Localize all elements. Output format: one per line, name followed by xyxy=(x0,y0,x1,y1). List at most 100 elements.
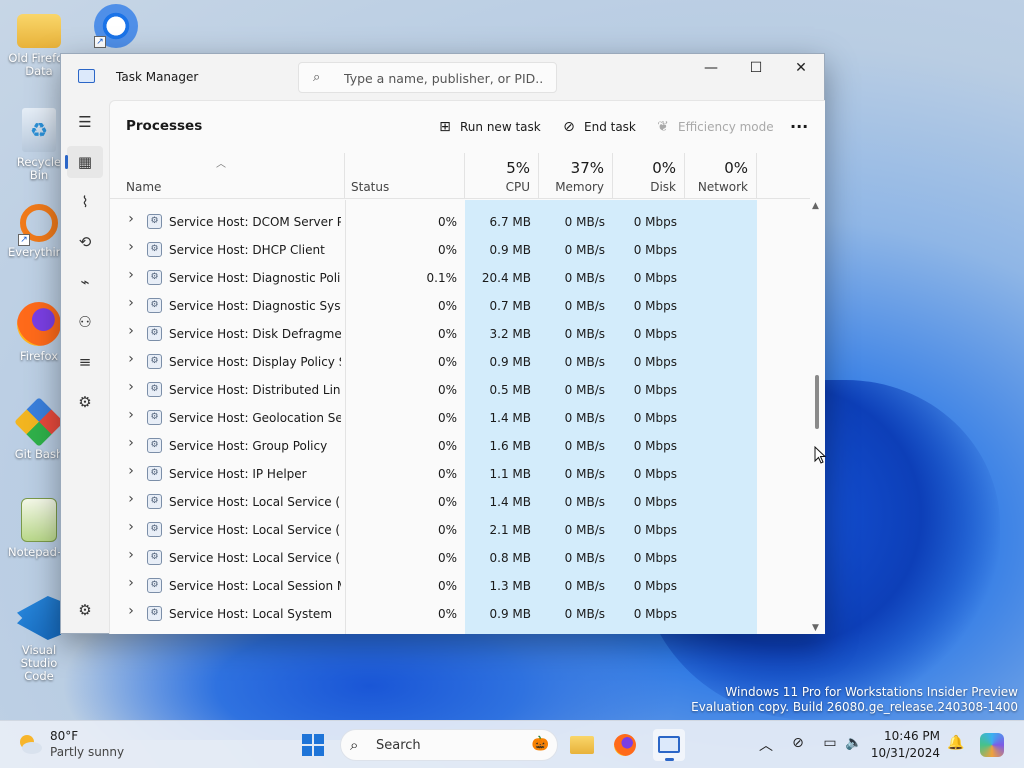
volume-icon[interactable]: 🔈 xyxy=(844,735,864,751)
taskbar-search[interactable]: ⌕ Search 🎃 xyxy=(340,729,558,761)
table-row[interactable]: › ⚙ Service Host: Display Policy Se... 0% 0.… xyxy=(110,348,810,376)
table-row[interactable]: › ⚙ Service Host: Local Service (N... 0% 0.8… xyxy=(110,544,810,572)
users-icon[interactable]: ⚇ xyxy=(67,306,103,338)
column-header-cpu[interactable]: 5% CPU xyxy=(465,153,539,199)
processes-icon[interactable]: ▦ xyxy=(65,146,103,178)
table-row[interactable]: › ⚙ Service Host: Local Session M... 0% 1.3 … xyxy=(110,572,810,600)
process-disk: 0 MB/s xyxy=(564,523,605,537)
table-row[interactable]: › ⚙ Service Host: Local Service (N... 0% 2.1… xyxy=(110,516,810,544)
performance-icon[interactable]: ⌇ xyxy=(67,186,103,218)
process-memory: 20.4 MB xyxy=(481,271,531,285)
minimize-button[interactable]: — xyxy=(688,54,734,84)
process-name: Service Host: Local Session M... xyxy=(169,579,341,593)
process-network: 0 Mbps xyxy=(633,551,677,565)
search-input[interactable] xyxy=(344,68,544,88)
table-row[interactable]: › ⚙ Service Host: Group Policy 0% 1.6 MB 0 MB… xyxy=(110,432,810,460)
expand-chevron-icon[interactable]: › xyxy=(124,435,138,451)
column-header-network[interactable]: 0% Network xyxy=(685,153,757,199)
table-row[interactable]: › ⚙ Service Host: Geolocation Serv... 0% 1.4… xyxy=(110,404,810,432)
column-header-memory[interactable]: 37% Memory xyxy=(539,153,613,199)
process-cpu: 0% xyxy=(437,243,457,257)
clock-date[interactable]: 10/31/2024 xyxy=(870,746,940,760)
process-network: 0 Mbps xyxy=(633,215,677,229)
table-row[interactable]: › ⚙ Service Host: Diagnostic Polic... 0.1% 2… xyxy=(110,264,810,292)
copilot-icon[interactable] xyxy=(980,733,1004,757)
table-header: ︿ Name Status 5% CPU 37% Memory 0% Disk … xyxy=(110,153,810,199)
git-bash-icon xyxy=(14,397,64,447)
service-host-icon: ⚙ xyxy=(147,466,162,481)
scrollbar-thumb[interactable] xyxy=(815,375,819,429)
table-row[interactable]: › ⚙ Service Host: Local Service (N... 0% 1.4… xyxy=(110,488,810,516)
table-row[interactable]: › ⚙ Service Host: Local System 0% 0.9 MB 0 MB… xyxy=(110,600,810,628)
clock-time[interactable]: 10:46 PM xyxy=(878,729,940,743)
chrome-icon: ↗ xyxy=(94,4,138,48)
startup-apps-icon[interactable]: ⌁ xyxy=(67,266,103,298)
process-memory: 0.9 MB xyxy=(489,355,531,369)
scroll-down-arrow-icon[interactable]: ▼ xyxy=(812,623,819,633)
app-history-icon[interactable]: ⟲ xyxy=(67,226,103,258)
expand-chevron-icon[interactable]: › xyxy=(124,463,138,479)
network-offline-icon[interactable]: ⊘ xyxy=(788,735,808,751)
expand-chevron-icon[interactable]: › xyxy=(124,267,138,283)
search-box[interactable]: ⌕ xyxy=(298,62,557,93)
expand-chevron-icon[interactable]: › xyxy=(124,547,138,563)
column-header-name[interactable]: ︿ Name xyxy=(110,153,345,199)
expand-chevron-icon[interactable]: › xyxy=(124,323,138,339)
run-new-task-button[interactable]: ⊞ Run new task xyxy=(436,115,541,139)
more-options-button[interactable]: ··· xyxy=(790,115,808,139)
weather-partly-sunny-icon[interactable] xyxy=(17,733,43,755)
table-row[interactable]: › ⚙ Service Host: IP Helper 0% 1.1 MB 0 MB/s 0… xyxy=(110,460,810,488)
mouse-cursor-icon xyxy=(814,446,826,464)
end-task-button[interactable]: ⊘ End task xyxy=(560,115,636,139)
display-icon[interactable]: ▭ xyxy=(820,735,840,751)
table-row[interactable]: › ⚙ Service Host: Disk Defragmenter 0% 3.2 M… xyxy=(110,320,810,348)
expand-chevron-icon[interactable]: › xyxy=(124,295,138,311)
vertical-scrollbar[interactable]: ▲ ▼ xyxy=(810,199,824,634)
column-header-status[interactable]: Status xyxy=(345,153,465,199)
process-name: Service Host: Display Policy Se... xyxy=(169,355,341,369)
expand-chevron-icon[interactable]: › xyxy=(124,519,138,535)
close-button[interactable]: ✕ xyxy=(778,54,824,84)
title-bar[interactable]: Task Manager ⌕ — ☐ ✕ xyxy=(61,54,824,100)
process-name: Service Host: DHCP Client xyxy=(169,243,325,257)
maximize-button[interactable]: ☐ xyxy=(733,54,779,84)
file-explorer-button[interactable] xyxy=(566,729,598,761)
firefox-taskbar-button[interactable] xyxy=(609,729,641,761)
expand-chevron-icon[interactable]: › xyxy=(124,603,138,619)
show-hidden-icons-chevron-icon[interactable]: ︿ xyxy=(756,735,776,755)
start-button[interactable] xyxy=(297,729,329,761)
table-row[interactable]: › ⚙ Service Host: DCOM Server Pr... 0% 6.7 M… xyxy=(110,208,810,236)
process-disk: 0 MB/s xyxy=(564,215,605,229)
expand-chevron-icon[interactable]: › xyxy=(124,575,138,591)
notification-bell-icon[interactable]: 🔔 xyxy=(946,735,966,751)
table-row[interactable]: › ⚙ Service Host: Diagnostic Syste... 0% 0.7… xyxy=(110,292,810,320)
process-disk: 0 MB/s xyxy=(564,327,605,341)
column-header-disk[interactable]: 0% Disk xyxy=(613,153,685,199)
expand-chevron-icon[interactable]: › xyxy=(124,239,138,255)
recycle-bin-icon: ♻ xyxy=(22,108,56,152)
process-disk: 0 MB/s xyxy=(564,299,605,313)
vscode-icon xyxy=(17,596,61,640)
efficiency-mode-button[interactable]: ❦ Efficiency mode xyxy=(654,115,774,139)
expand-chevron-icon[interactable]: › xyxy=(124,491,138,507)
weather-description[interactable]: Partly sunny xyxy=(50,745,124,759)
table-row[interactable]: › ⚙ Service Host: Distributed Link ... 0% 0.… xyxy=(110,376,810,404)
task-manager-taskbar-button[interactable] xyxy=(653,729,685,761)
process-disk: 0 MB/s xyxy=(564,551,605,565)
expand-chevron-icon[interactable]: › xyxy=(124,211,138,227)
weather-temperature[interactable]: 80°F xyxy=(50,729,78,743)
expand-chevron-icon[interactable]: › xyxy=(124,379,138,395)
services-icon[interactable]: ⚙ xyxy=(67,386,103,418)
expand-chevron-icon[interactable]: › xyxy=(124,407,138,423)
table-row[interactable]: › ⚙ Service Host: DHCP Client 0% 0.9 MB 0 MB/… xyxy=(110,236,810,264)
hamburger-menu-icon[interactable]: ☰ xyxy=(67,106,103,138)
settings-icon[interactable]: ⚙ xyxy=(67,594,103,626)
desktop-icon-chrome[interactable]: ↗ xyxy=(88,4,144,52)
details-icon[interactable]: ≡ xyxy=(67,346,103,378)
everything-icon: ↗ xyxy=(18,204,58,246)
process-disk: 0 MB/s xyxy=(564,243,605,257)
expand-chevron-icon[interactable]: › xyxy=(124,351,138,367)
scroll-up-arrow-icon[interactable]: ▲ xyxy=(812,201,819,211)
process-network: 0 Mbps xyxy=(633,299,677,313)
process-memory: 1.6 MB xyxy=(489,439,531,453)
